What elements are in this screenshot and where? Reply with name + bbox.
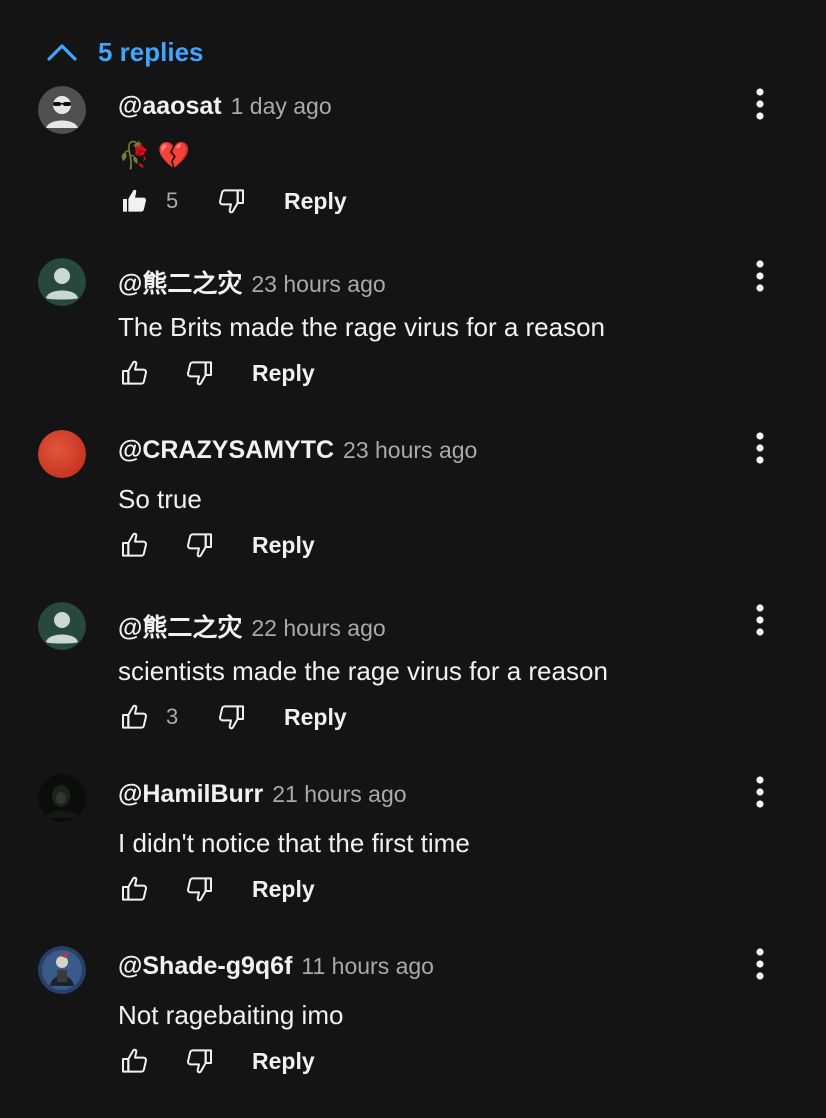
comment-actions: Reply [118,868,315,910]
avatar[interactable] [38,86,86,134]
comment-header: @CRAZYSAMYTC 23 hours ago [118,436,477,466]
comment-timestamp[interactable]: 22 hours ago [251,615,385,642]
thumbs-up-icon [119,1045,151,1077]
thumbs-down-icon [183,357,215,389]
thumbs-down-icon [215,185,247,217]
comment-actions: Reply [118,1040,315,1082]
comment-timestamp[interactable]: 1 day ago [231,93,332,120]
more-vertical-icon [748,258,772,303]
comment-text: So true [118,484,202,514]
comment-thread: @HamilBurr 21 hours ago I didn't notice … [0,774,826,946]
reply-button[interactable]: Reply [252,360,315,387]
comment-timestamp[interactable]: 11 hours ago [301,953,434,980]
comment-thread: @熊二之灾 22 hours ago scientists made the r… [0,602,826,774]
like-count: 3 [166,704,179,729]
like-button[interactable] [118,528,152,562]
reply-button[interactable]: Reply [284,188,347,215]
comment-text: 🥀 💔 [118,140,190,170]
comment-timestamp[interactable]: 23 hours ago [251,271,385,298]
comment-text: I didn't notice that the first time [118,828,470,858]
reply-button[interactable]: Reply [252,1048,315,1075]
author-name[interactable]: @CRAZYSAMYTC [118,436,334,465]
like-button[interactable] [118,872,152,906]
more-vertical-icon [748,774,772,819]
thumbs-up-icon [119,701,151,733]
comment-timestamp[interactable]: 23 hours ago [343,437,477,464]
comment-actions: 3 Reply [118,696,347,738]
author-name[interactable]: @熊二之灾 [118,608,242,644]
dislike-button[interactable] [182,872,216,906]
author-name[interactable]: @aaosat [118,92,222,121]
thumbs-up-icon [119,357,151,389]
like-button[interactable] [118,356,152,390]
author-name[interactable]: @熊二之灾 [118,264,242,300]
dislike-button[interactable] [182,528,216,562]
more-options-button[interactable] [748,258,772,298]
replies-count-label: 5 replies [98,36,204,67]
reply-button[interactable]: Reply [284,704,347,731]
author-name[interactable]: @HamilBurr [118,780,263,809]
more-vertical-icon [748,430,772,475]
comment-text: The Brits made the rage virus for a reas… [118,312,606,342]
comment-header: @熊二之灾 23 hours ago [118,264,386,298]
like-button[interactable] [118,1044,152,1078]
more-options-button[interactable] [748,774,772,814]
thumbs-up-icon [119,873,151,905]
comment-text: Not ragebaiting imo [118,1000,344,1030]
like-button[interactable] [118,700,152,734]
avatar[interactable] [38,946,86,994]
avatar[interactable] [38,774,86,822]
comment-thread: @aaosat 1 day ago 🥀 💔 5 Reply [0,86,826,258]
comment-header: @熊二之灾 22 hours ago [118,608,386,642]
comment-text: scientists made the rage virus for a rea… [118,656,608,686]
comment-header: @aaosat 1 day ago [118,92,332,122]
dislike-button[interactable] [182,356,216,390]
thumbs-up-icon [119,529,151,561]
comment-header: @Shade-g9q6f 11 hours ago [118,952,434,982]
more-options-button[interactable] [748,430,772,470]
avatar[interactable] [38,430,86,478]
author-name[interactable]: @Shade-g9q6f [118,952,292,981]
comment-actions: 5 Reply [118,180,347,222]
like-button[interactable] [118,184,152,218]
more-vertical-icon [748,946,772,991]
comment-thread: @熊二之灾 23 hours ago The Brits made the ra… [0,258,826,430]
reply-button[interactable]: Reply [252,876,315,903]
more-vertical-icon [748,86,772,131]
thumbs-up-icon [119,185,151,217]
chevron-up-icon [47,44,77,61]
comment-timestamp[interactable]: 21 hours ago [272,781,406,808]
comment-thread: @Shade-g9q6f 11 hours ago Not ragebaitin… [0,946,826,1118]
comment-header: @HamilBurr 21 hours ago [118,780,407,810]
avatar[interactable] [38,258,86,306]
thumbs-down-icon [183,1045,215,1077]
dislike-button[interactable] [214,184,248,218]
replies-toggle[interactable]: 5 replies [46,34,204,70]
dislike-button[interactable] [214,700,248,734]
dislike-button[interactable] [182,1044,216,1078]
thumbs-down-icon [215,701,247,733]
thumbs-down-icon [183,529,215,561]
comment-thread: @CRAZYSAMYTC 23 hours ago So true Reply [0,430,826,602]
reply-button[interactable]: Reply [252,532,315,559]
comment-actions: Reply [118,352,315,394]
comment-actions: Reply [118,524,315,566]
more-options-button[interactable] [748,946,772,986]
more-vertical-icon [748,602,772,647]
thumbs-down-icon [183,873,215,905]
avatar[interactable] [38,602,86,650]
more-options-button[interactable] [748,86,772,126]
like-count: 5 [166,188,179,213]
more-options-button[interactable] [748,602,772,642]
